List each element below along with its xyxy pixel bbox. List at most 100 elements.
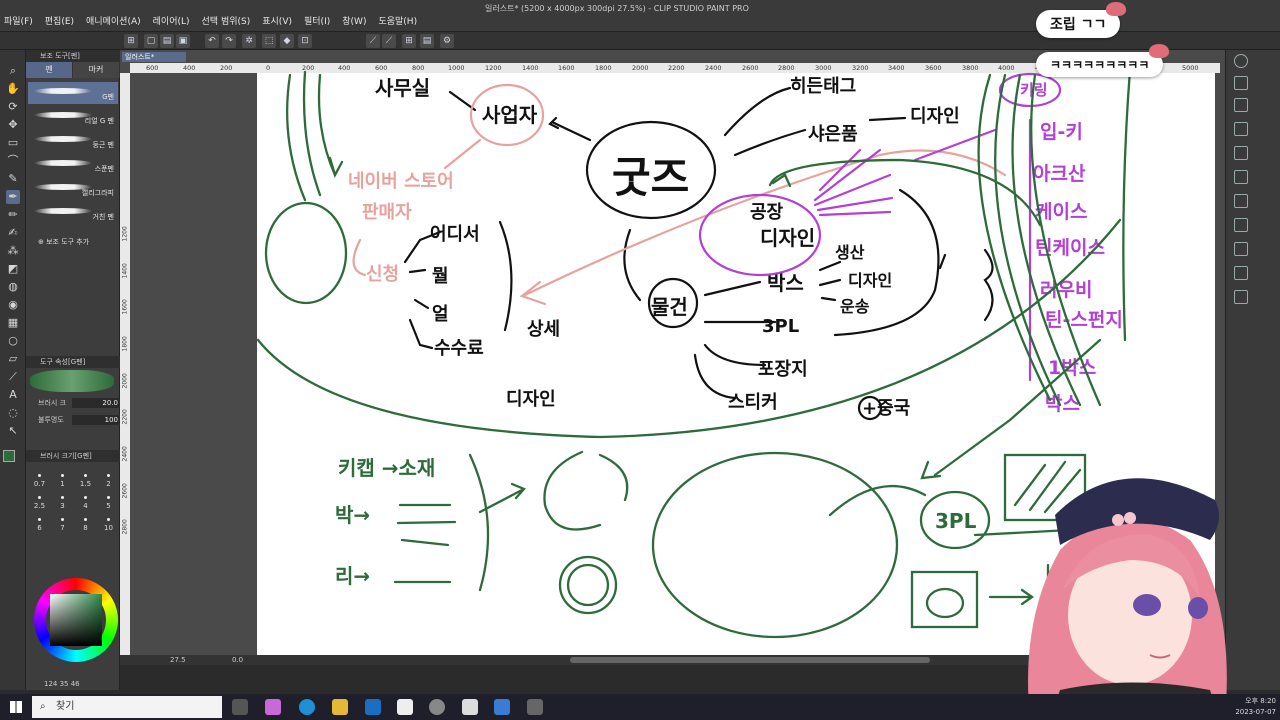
brush-calligraphy[interactable]: 캘리그라피 — [28, 178, 118, 200]
size-preset[interactable]: 10 — [97, 516, 120, 534]
brush-rough-pen[interactable]: 거친 펜 — [28, 202, 118, 224]
size-preset[interactable]: 0.7 — [28, 472, 51, 490]
settings-icon[interactable]: ⚙ — [440, 34, 454, 48]
frame-icon[interactable]: ▱ — [6, 352, 20, 366]
pen-tool-icon[interactable]: ✒ — [6, 190, 20, 204]
text-icon[interactable]: A — [6, 388, 20, 402]
menu-filter[interactable]: 필터(I) — [304, 14, 330, 27]
brush-label: 둥근 펜 — [92, 141, 114, 149]
size-preset[interactable]: 3 — [51, 494, 74, 512]
menu-file[interactable]: 파일(F) — [4, 14, 33, 27]
close-icon[interactable] — [1234, 122, 1248, 136]
snap-ruler-icon[interactable]: ⟋ — [382, 34, 396, 48]
app-icon[interactable] — [462, 699, 478, 715]
zoom-icon[interactable]: ⌕ — [6, 64, 20, 78]
close-icon[interactable] — [1234, 76, 1248, 90]
airbrush-icon[interactable]: ⁂ — [6, 244, 20, 258]
brush-g-pen[interactable]: G펜 — [28, 82, 118, 104]
snap-icon[interactable]: ⟋ — [366, 34, 380, 48]
gear-icon[interactable] — [527, 699, 543, 715]
crop-icon[interactable]: ⊡ — [298, 34, 312, 48]
brush-round-pen[interactable]: 둥근 펜 — [28, 130, 118, 152]
save-icon[interactable]: ▣ — [176, 34, 190, 48]
steam-icon[interactable] — [494, 699, 510, 715]
clear-icon[interactable]: ✲ — [242, 34, 256, 48]
correct-line-icon[interactable]: ↖ — [6, 424, 20, 438]
outlook-icon[interactable] — [365, 699, 381, 715]
layer-thumb-icon[interactable] — [1234, 170, 1248, 184]
windows-start-icon[interactable] — [10, 701, 22, 713]
copilot-icon[interactable] — [265, 699, 281, 715]
undo-icon[interactable]: ↶ — [205, 34, 219, 48]
color-square[interactable] — [50, 594, 102, 646]
layer-thumb-icon[interactable] — [1234, 194, 1248, 208]
figure-icon[interactable]: ○ — [6, 334, 20, 348]
move-icon[interactable]: ✥ — [6, 118, 20, 132]
select-rect-icon[interactable]: ▭ — [6, 136, 20, 150]
menu-help[interactable]: 도움말(H) — [378, 14, 417, 27]
menu-layer[interactable]: 레이어(L) — [153, 14, 190, 27]
ruler-icon[interactable]: ⟋ — [6, 370, 20, 384]
layer-thumb-icon[interactable] — [1234, 98, 1248, 112]
layer-thumb-icon[interactable] — [1234, 242, 1248, 256]
gradient-icon[interactable]: ▦ — [6, 316, 20, 330]
size-preset[interactable]: 8 — [74, 516, 97, 534]
clip-studio-icon[interactable] — [397, 699, 413, 715]
menu-animation[interactable]: 애니메이션(A) — [86, 14, 141, 27]
tab-marker[interactable]: 마커 — [73, 62, 120, 78]
eraser-icon[interactable]: ◩ — [6, 262, 20, 276]
menu-edit[interactable]: 편집(E) — [45, 14, 74, 27]
size-preset[interactable]: 6 — [28, 516, 51, 534]
layer-thumb-icon[interactable] — [1234, 290, 1248, 304]
size-preset[interactable]: 2.5 — [28, 494, 51, 512]
zoom-value[interactable]: 27.5 — [170, 656, 186, 664]
layout-icon[interactable]: ⊞ — [124, 34, 138, 48]
pencil-icon[interactable]: ✏ — [6, 208, 20, 222]
menu-view[interactable]: 표시(V) — [262, 14, 292, 27]
open-icon[interactable]: ▤ — [160, 34, 174, 48]
brush-size-value[interactable]: 20.0 — [72, 398, 122, 408]
document-tab[interactable]: 일러스트* — [122, 52, 186, 62]
hand-icon[interactable]: ✋ — [6, 82, 20, 96]
balloon-icon[interactable]: ◌ — [6, 406, 20, 420]
size-preset[interactable]: 4 — [74, 494, 97, 512]
redo-icon[interactable]: ↷ — [222, 34, 236, 48]
fill-tool-icon[interactable]: ◉ — [6, 298, 20, 312]
menu-window[interactable]: 창(W) — [342, 14, 366, 27]
folder-icon[interactable] — [332, 699, 348, 715]
eyedropper-icon[interactable]: ✎ — [6, 172, 20, 186]
new-file-icon[interactable]: ▢ — [144, 34, 158, 48]
task-view-icon[interactable] — [232, 699, 248, 715]
search-icon[interactable] — [1234, 54, 1248, 68]
tab-pen[interactable]: 펜 — [26, 62, 73, 78]
size-preset[interactable]: 7 — [51, 516, 74, 534]
obs-icon[interactable] — [429, 699, 445, 715]
angle-value[interactable]: 0.0 — [232, 656, 243, 664]
fill-icon[interactable]: ◆ — [280, 34, 294, 48]
layer-thumb-icon[interactable] — [1234, 146, 1248, 160]
ruler-tick: 1800 — [595, 64, 612, 72]
lasso-icon[interactable]: ⌒ — [6, 154, 20, 168]
menu-select[interactable]: 선택 범위(S) — [202, 14, 251, 27]
blend-icon[interactable]: ◍ — [6, 280, 20, 294]
size-preset[interactable]: 1 — [51, 472, 74, 490]
ruler-tick: 200 — [302, 64, 315, 72]
size-preset[interactable]: 1.5 — [74, 472, 97, 490]
grid-icon[interactable]: ⊞ — [402, 34, 416, 48]
size-preset[interactable]: 2 — [97, 472, 120, 490]
transform-icon[interactable]: ⬚ — [262, 34, 276, 48]
brush-real-g-pen[interactable]: 리얼 G 펜 — [28, 106, 118, 128]
rotate-icon[interactable]: ⟳ — [6, 100, 20, 114]
horizontal-scrollbar[interactable] — [570, 657, 930, 663]
brush-icon[interactable]: ✍ — [6, 226, 20, 240]
brush-spoon-pen[interactable]: 스푼펜 — [28, 154, 118, 176]
size-preset[interactable]: 5 — [97, 494, 120, 512]
layer-thumb-icon[interactable] — [1234, 218, 1248, 232]
layer-icon[interactable]: ▤ — [420, 34, 434, 48]
edge-icon[interactable] — [299, 699, 315, 715]
layer-thumb-icon[interactable] — [1234, 266, 1248, 280]
add-subtool-button[interactable]: ⊕ 보조 도구 추가 — [38, 237, 89, 247]
taskbar-search-input[interactable]: ⌕ 찾기 — [32, 696, 222, 718]
main-color-swatch[interactable] — [3, 450, 15, 462]
opacity-value[interactable]: 100 — [72, 415, 122, 425]
